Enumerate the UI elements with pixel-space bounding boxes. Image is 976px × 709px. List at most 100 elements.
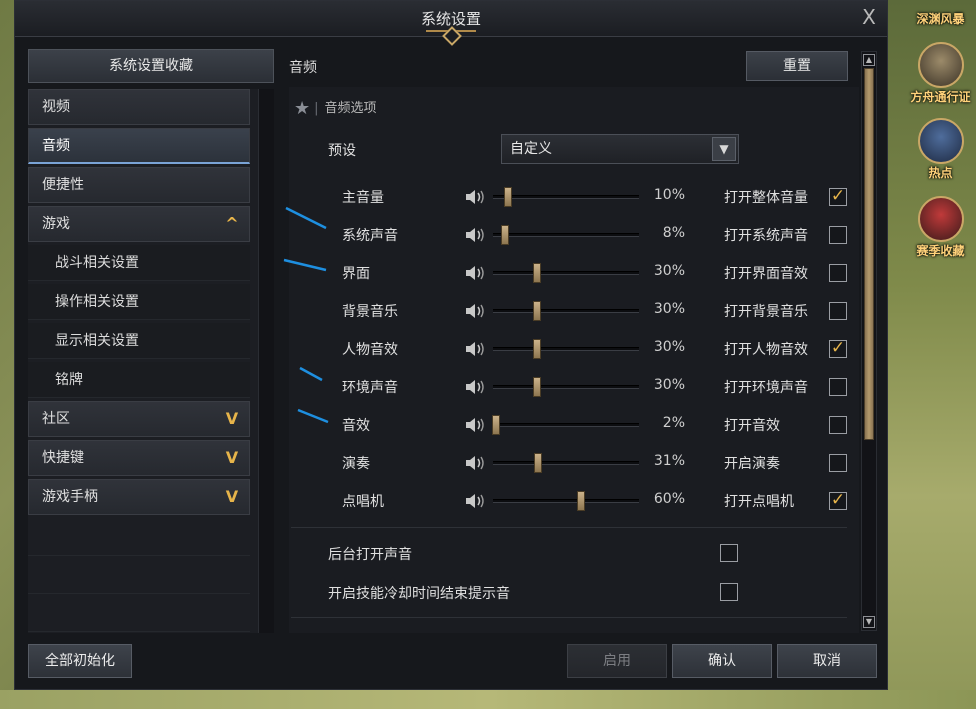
volume-slider-track[interactable] [493,195,639,199]
game-background-right [888,0,976,709]
toggle-checkbox[interactable] [829,264,847,282]
chevron-down-icon: V [225,487,239,506]
sidebar-item-convenience[interactable]: 便捷性 [28,167,250,203]
sidebar-item-gamepad[interactable]: 游戏手柄 V [28,479,250,515]
sidebar-subitem-display[interactable]: 显示相关设置 [28,323,250,359]
sidebar-item-hotkeys[interactable]: 快捷键 V [28,440,250,476]
sidebar-item-video[interactable]: 视频 [28,89,250,125]
background-sound-label: 后台打开声音 [328,547,412,563]
toggle-checkbox[interactable] [829,302,847,320]
game-background-bottom [0,690,976,709]
toggle-checkbox[interactable] [829,454,847,472]
toggle-checkbox[interactable]: ✓ [829,340,847,358]
side-menu-label: 赛季收藏 [916,244,965,258]
sidebar-subitem-label: 战斗相关设置 [55,255,139,271]
confirm-button[interactable]: 确认 [672,644,772,678]
side-menu-hotspot[interactable]: 热点 [905,118,976,181]
sidebar-item-label: 音频 [42,138,70,154]
volume-slider-track[interactable] [493,385,639,389]
content-scrollbar[interactable]: ▲ ▼ [861,51,877,631]
favorites-button[interactable]: 系统设置收藏 [28,49,274,83]
toggle-label: 开启演奏 [724,456,780,472]
volume-slider-handle[interactable] [577,491,585,511]
volume-slider-track[interactable] [493,271,639,275]
volume-percent: 30% [653,339,685,355]
preset-select[interactable]: 自定义 ▼ [501,134,739,164]
sidebar-item-label: 快捷键 [42,450,84,466]
ark-pass-icon [917,42,964,88]
sidebar-item-label: 社区 [42,411,70,427]
side-menu-label: 深渊风暴 [916,12,965,26]
volume-row-label: 界面 [342,266,370,282]
volume-slider-track[interactable] [493,499,639,503]
volume-percent: 8% [662,225,685,241]
sidebar-item-game[interactable]: 游戏 ^ [28,206,250,242]
background-sound-checkbox[interactable] [720,544,738,562]
volume-slider-handle[interactable] [533,339,541,359]
volume-slider-handle[interactable] [533,263,541,283]
toggle-label: 打开整体音量 [724,190,808,206]
volume-slider-handle[interactable] [492,415,500,435]
toggle-label: 打开人物音效 [724,342,808,358]
volume-slider-track[interactable] [493,347,639,351]
speaker-icon[interactable] [464,416,486,434]
title-bar: 系统设置 X [15,1,887,37]
sidebar-subitem-nameplate[interactable]: 铭牌 [28,362,250,398]
sidebar-subitem-label: 显示相关设置 [55,333,139,349]
season-collection-icon [917,196,964,242]
side-menu-season-collection[interactable]: 赛季收藏 [905,196,976,259]
speaker-icon[interactable] [464,492,486,510]
close-button[interactable]: X [857,5,881,29]
apply-button[interactable]: 启用 [567,644,667,678]
sidebar-subitem-combat[interactable]: 战斗相关设置 [28,245,250,281]
volume-slider-track[interactable] [493,423,639,427]
chevron-down-icon: V [225,448,239,467]
volume-slider-track[interactable] [493,309,639,313]
toggle-checkbox[interactable] [829,226,847,244]
cancel-button[interactable]: 取消 [777,644,877,678]
speaker-icon[interactable] [464,226,486,244]
sidebar-empty-row [28,594,250,632]
volume-percent: 31% [653,453,685,469]
volume-row-label: 环境声音 [342,380,398,396]
toggle-checkbox[interactable] [829,416,847,434]
side-menu-storm[interactable]: 深渊风暴 [905,0,976,27]
sidebar-scrollbar[interactable] [258,89,274,633]
volume-slider-track[interactable] [493,461,639,465]
side-menu-ark-pass[interactable]: 方舟通行证 [905,42,976,105]
volume-slider-handle[interactable] [534,453,542,473]
sidebar-item-audio[interactable]: 音频 [28,128,250,164]
volume-row-label: 系统声音 [342,228,398,244]
volume-slider-handle[interactable] [504,187,512,207]
star-icon[interactable]: ★ [294,98,310,119]
sidebar-item-community[interactable]: 社区 V [28,401,250,437]
sidebar-item-label: 游戏手柄 [42,489,98,505]
speaker-icon[interactable] [464,264,486,282]
speaker-icon[interactable] [464,378,486,396]
scroll-down-icon[interactable]: ▼ [863,616,875,628]
speaker-icon[interactable] [464,340,486,358]
volume-slider-handle[interactable] [501,225,509,245]
sidebar-subitem-label: 操作相关设置 [55,294,139,310]
volume-slider-track[interactable] [493,233,639,237]
speaker-icon[interactable] [464,302,486,320]
volume-percent: 2% [662,415,685,431]
sidebar-item-label: 视频 [42,99,70,115]
reset-button[interactable]: 重置 [746,51,848,81]
scroll-up-icon[interactable]: ▲ [863,54,875,66]
scroll-thumb[interactable] [864,68,874,440]
toggle-checkbox[interactable] [829,378,847,396]
reset-all-button[interactable]: 全部初始化 [28,644,132,678]
speaker-icon[interactable] [464,188,486,206]
cooldown-sound-checkbox[interactable] [720,583,738,601]
toggle-label: 打开环境声音 [724,380,808,396]
toggle-checkbox[interactable]: ✓ [829,492,847,510]
toggle-checkbox[interactable]: ✓ [829,188,847,206]
volume-slider-handle[interactable] [533,377,541,397]
volume-slider-handle[interactable] [533,301,541,321]
volume-row-label: 音效 [342,418,370,434]
speaker-icon[interactable] [464,454,486,472]
section-divider [291,617,847,618]
sidebar-subitem-controls[interactable]: 操作相关设置 [28,284,250,320]
volume-percent: 30% [653,301,685,317]
